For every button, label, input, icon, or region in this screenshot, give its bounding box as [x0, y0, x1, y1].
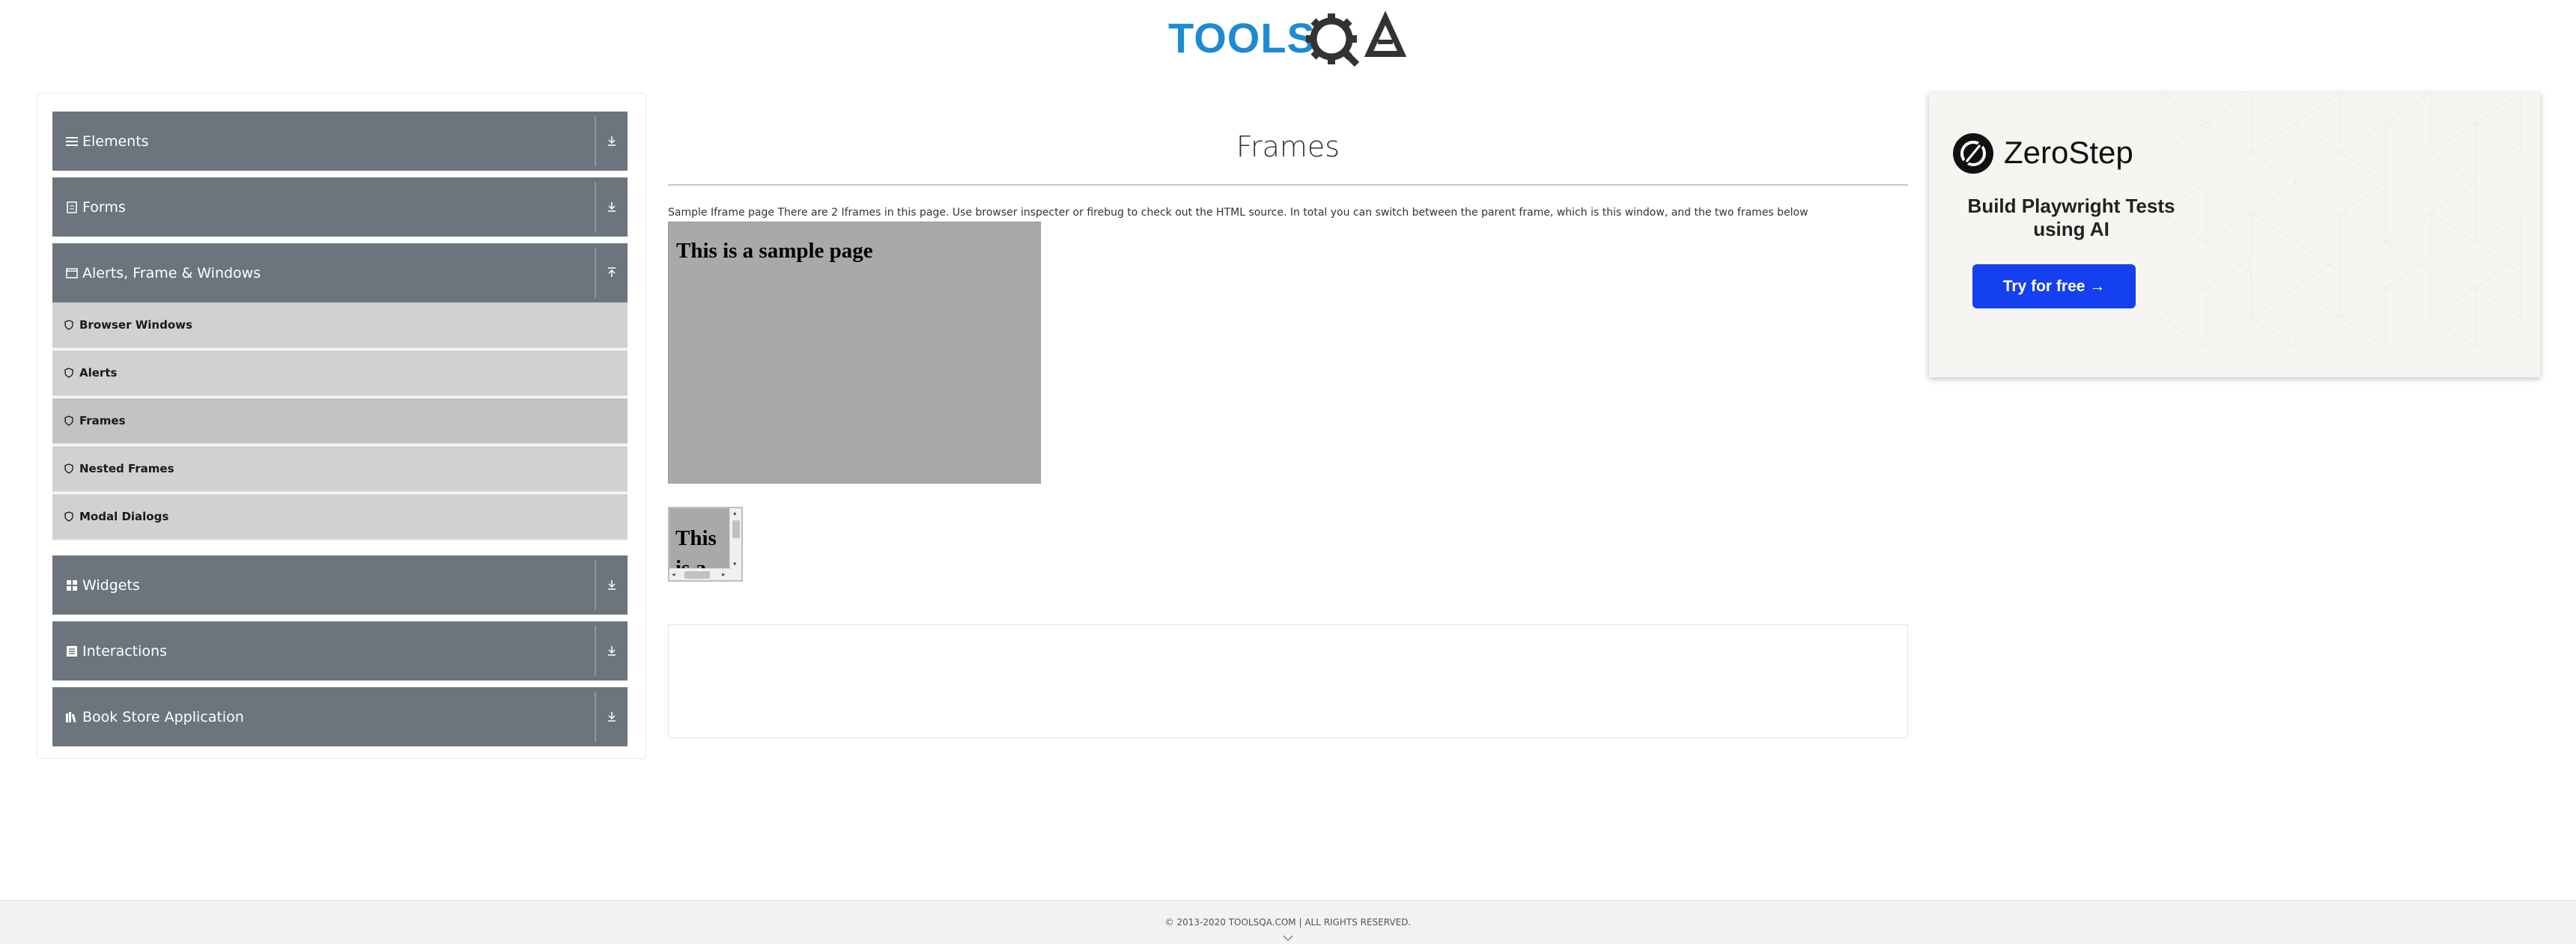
sidebar-item-label: Browser Windows [79, 318, 192, 332]
sidebar-group-elements[interactable]: Elements [52, 112, 628, 171]
chevron-down-icon[interactable] [1281, 934, 1295, 943]
shield-icon [64, 463, 75, 475]
sidebar-group-title: Interactions [82, 642, 167, 660]
ad-placeholder [668, 624, 1908, 738]
sidebar-group-book-store[interactable]: Book Store Application [52, 687, 628, 746]
scroll-right-icon[interactable]: ▸ [722, 571, 726, 579]
zerostep-logo-icon [1953, 133, 1993, 174]
sidebar-item-frames[interactable]: Frames [52, 398, 628, 445]
scrollbar-thumb[interactable] [732, 520, 740, 538]
menu-icon [64, 134, 79, 149]
list-icon [64, 644, 79, 659]
page-description: Sample Iframe page There are 2 Iframes i… [668, 207, 1808, 219]
toolsqa-logo[interactable]: TOOLS [1168, 10, 1411, 67]
scrollbar-thumb[interactable] [684, 571, 710, 579]
frame1-heading: This is a sample page [676, 239, 873, 263]
zerostep-ad[interactable]: ZeroStep Build Playwright Tests using AI… [1929, 93, 2540, 377]
scroll-left-icon[interactable]: ◂ [672, 571, 675, 579]
grid-icon [64, 578, 79, 593]
books-icon [64, 710, 79, 725]
divider [595, 560, 596, 610]
divider [595, 692, 596, 742]
sidebar-group-widgets[interactable]: Widgets [52, 555, 628, 615]
sidebar-group-title: Book Store Application [82, 708, 244, 725]
chevron-down-icon[interactable] [604, 642, 620, 659]
scroll-down-icon[interactable]: ▾ [733, 561, 737, 568]
sidebar-group-title: Elements [82, 133, 149, 150]
sidebar-item-nested-frames[interactable]: Nested Frames [52, 446, 628, 493]
sidebar-item-modal-dialogs[interactable]: Modal Dialogs [52, 494, 628, 540]
page-title: Frames [1236, 130, 1340, 163]
ad-brand: ZeroStep [2004, 135, 2133, 170]
sidebar-item-label: Frames [79, 414, 126, 427]
copyright-text: © 2013-2020 TOOLSQA.COM | ALL RIGHTS RES… [1164, 917, 1412, 928]
chevron-down-icon[interactable] [604, 576, 620, 593]
ad-tagline: Build Playwright Tests using AI [1967, 195, 2175, 240]
divider [595, 626, 596, 676]
sidebar-group-title: Forms [82, 198, 126, 216]
chevron-down-icon[interactable] [604, 708, 620, 725]
try-for-free-button[interactable]: Try for free → [1972, 264, 2136, 308]
iframe-frame1[interactable]: This is a sample page [668, 222, 1041, 484]
sidebar-item-browser-windows[interactable]: Browser Windows [52, 302, 628, 349]
horizontal-scrollbar[interactable]: ◂ ▸ [669, 568, 731, 580]
sidebar-item-label: Nested Frames [79, 462, 174, 475]
frame2-viewport: This is a sample page [669, 508, 731, 570]
window-icon [64, 266, 79, 281]
shield-icon [64, 511, 75, 523]
sidebar-group-title: Alerts, Frame & Windows [82, 264, 261, 281]
sidebar: Elements Forms Alerts, Frame & Windows B… [37, 93, 646, 759]
shield-icon [64, 367, 75, 379]
chevron-down-icon[interactable] [604, 133, 620, 149]
chevron-down-icon[interactable] [604, 198, 620, 215]
sidebar-item-label: Modal Dialogs [79, 510, 169, 523]
sidebar-item-alerts[interactable]: Alerts [52, 350, 628, 397]
divider [595, 182, 596, 232]
chevron-up-icon[interactable] [604, 264, 620, 281]
iframe-frame2[interactable]: This is a sample page ▴ ▾ ◂ ▸ [668, 507, 743, 582]
vertical-scrollbar[interactable]: ▴ ▾ [729, 508, 741, 570]
svg-text:TOOLS: TOOLS [1168, 14, 1316, 61]
scroll-up-icon[interactable]: ▴ [733, 510, 737, 517]
sidebar-group-interactions[interactable]: Interactions [52, 621, 628, 680]
ad-background-pattern [2161, 93, 2521, 348]
sidebar-group-forms[interactable]: Forms [52, 177, 628, 237]
frame2-heading: This is a sample page [675, 526, 717, 570]
shield-icon [64, 415, 75, 427]
footer: © 2013-2020 TOOLSQA.COM | ALL RIGHTS RES… [0, 900, 2576, 944]
sidebar-group-alerts-frame-windows[interactable]: Alerts, Frame & Windows [52, 243, 628, 302]
sidebar-group-title: Widgets [82, 576, 140, 594]
shield-icon [64, 319, 75, 331]
document-icon [64, 200, 79, 215]
divider [595, 248, 596, 298]
divider [595, 116, 596, 166]
title-divider [668, 184, 1908, 186]
sidebar-item-label: Alerts [79, 366, 118, 380]
